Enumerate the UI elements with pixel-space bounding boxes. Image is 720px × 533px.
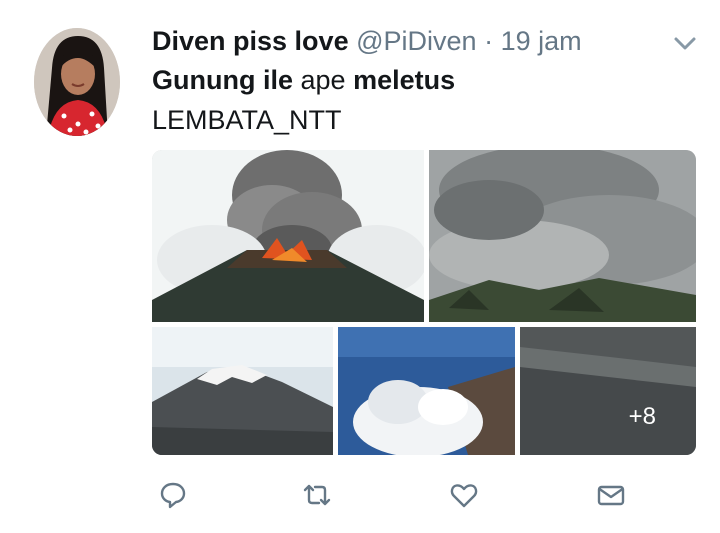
tweet-header: Diven piss love @PiDiven · 19 jam [152,24,582,58]
tweet-text-line2: LEMBATA_NTT [152,105,342,135]
snowy-peak-photo[interactable] [152,327,333,455]
aerial-cloud-photo[interactable] [338,327,515,455]
retweet-icon[interactable] [300,478,334,512]
tweet-text-line1: Gunung ile ape meletus [152,62,455,98]
chevron-down-icon[interactable] [672,36,698,52]
tweet-text-bold-1: Gunung ile [152,65,293,95]
separator-dot: · [484,26,494,56]
more-photos-count: +8 [628,403,656,430]
timestamp[interactable]: 19 jam [501,26,582,56]
profile-photo [34,28,120,136]
message-icon[interactable] [594,478,628,512]
tweet-text-bold-2: meletus [353,65,456,95]
avatar[interactable] [34,28,120,136]
reply-icon[interactable] [156,478,190,512]
display-name[interactable]: Diven piss love [152,26,349,56]
like-icon[interactable] [447,478,481,512]
tweet-text-normal: ape [293,65,354,95]
ash-cloud-photo[interactable] [429,150,696,322]
ash-slope-photo[interactable]: +8 [520,327,696,455]
user-handle[interactable]: @PiDiven [356,26,476,56]
eruption-photo[interactable] [152,150,424,322]
